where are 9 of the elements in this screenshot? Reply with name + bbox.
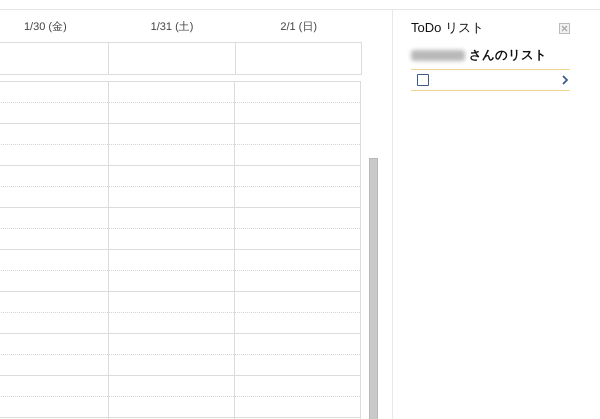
checkbox[interactable]	[417, 74, 429, 86]
panel-title: ToDo リスト	[411, 19, 484, 37]
day-header: 1/30 (金)	[22, 20, 68, 34]
scrollbar-thumb[interactable]	[369, 158, 378, 419]
blurred-name	[411, 50, 465, 61]
list-owner: さんのリスト	[469, 47, 547, 64]
day-header: 1/31 (土)	[150, 20, 194, 34]
day-header: 2/1 (日)	[279, 20, 318, 34]
chevron-right-icon[interactable]	[562, 75, 568, 85]
